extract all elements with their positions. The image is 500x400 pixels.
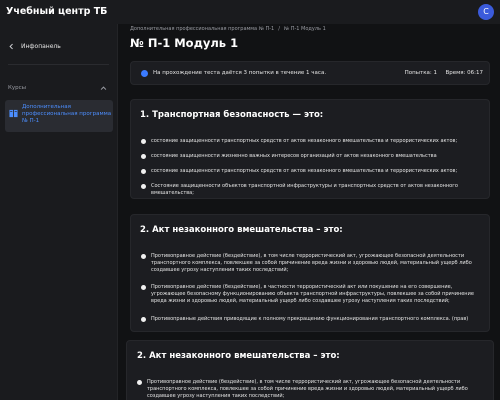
sidebar-item-infopanel[interactable]: Инфопанель <box>8 40 61 52</box>
answer-text: Противоправное действие (бездействие), в… <box>151 284 474 304</box>
answer-text: Противоправное действие (бездействие), в… <box>151 253 472 273</box>
info-icon <box>141 70 148 77</box>
sidebar-item-label: Дополнительная профессиональная программ… <box>22 104 112 124</box>
question-title: 1. Транспортная безопасность — это: <box>140 110 324 120</box>
time-counter: Время: 06:17 <box>445 70 483 76</box>
radio-button[interactable] <box>137 380 142 385</box>
test-info-message: На прохождение теста даётся 3 попытки в … <box>153 70 327 76</box>
answer-text: Состояние защищенности объектов транспор… <box>151 183 458 196</box>
brand-title[interactable]: Учебный центр ТБ <box>6 6 107 17</box>
breadcrumb-separator: / <box>278 26 280 32</box>
book-icon <box>9 109 18 118</box>
radio-button[interactable] <box>141 317 146 322</box>
question-title: 2. Акт незаконного вмешательства – это: <box>137 351 340 361</box>
answer-text: Противоправное действие (бездействие), в… <box>147 379 468 399</box>
sidebar-item-label: Инфопанель <box>21 42 61 50</box>
question-card: 2. Акт незаконного вмешательства – это: … <box>126 340 494 400</box>
user-avatar[interactable]: С <box>478 4 494 20</box>
question-title: 2. Акт незаконного вмешательства – это: <box>140 225 343 235</box>
chevron-up-icon[interactable] <box>100 85 107 92</box>
radio-button[interactable] <box>141 184 146 189</box>
breadcrumb-module: № П-1 Модуль 1 <box>283 26 326 32</box>
answer-text: состояние защищенности транспортных сред… <box>151 168 458 174</box>
top-bar: Учебный центр ТБ С <box>0 0 500 24</box>
question-card: 1. Транспортная безопасность — это: сост… <box>130 99 490 199</box>
page-title: № П-1 Модуль 1 <box>130 36 239 50</box>
question-card: 2. Акт незаконного вмешательства – это: … <box>130 214 490 332</box>
radio-button[interactable] <box>141 169 146 174</box>
chevron-left-icon <box>9 43 13 49</box>
sidebar: Инфопанель Курсы Дополнительная професси… <box>0 24 118 400</box>
sidebar-section-courses[interactable]: Курсы <box>8 85 26 91</box>
answer-text: состояние защищенности жизненно важных и… <box>151 153 437 159</box>
radio-button[interactable] <box>141 139 146 144</box>
answer-text: состояние защищенности транспортных сред… <box>151 138 458 144</box>
sidebar-divider <box>8 64 109 65</box>
breadcrumb-program[interactable]: Дополнительная профессиональная программ… <box>130 26 274 32</box>
radio-button[interactable] <box>141 254 146 259</box>
breadcrumb: Дополнительная профессиональная программ… <box>130 26 326 32</box>
answer-text: Противоправные действия приводящие к пол… <box>151 316 469 322</box>
radio-button[interactable] <box>141 154 146 159</box>
attempt-counter: Попытка: 1 <box>404 70 437 76</box>
radio-button[interactable] <box>141 285 146 290</box>
sidebar-item-course[interactable]: Дополнительная профессиональная программ… <box>5 100 113 132</box>
test-info-bar: На прохождение теста даётся 3 попытки в … <box>130 61 490 85</box>
